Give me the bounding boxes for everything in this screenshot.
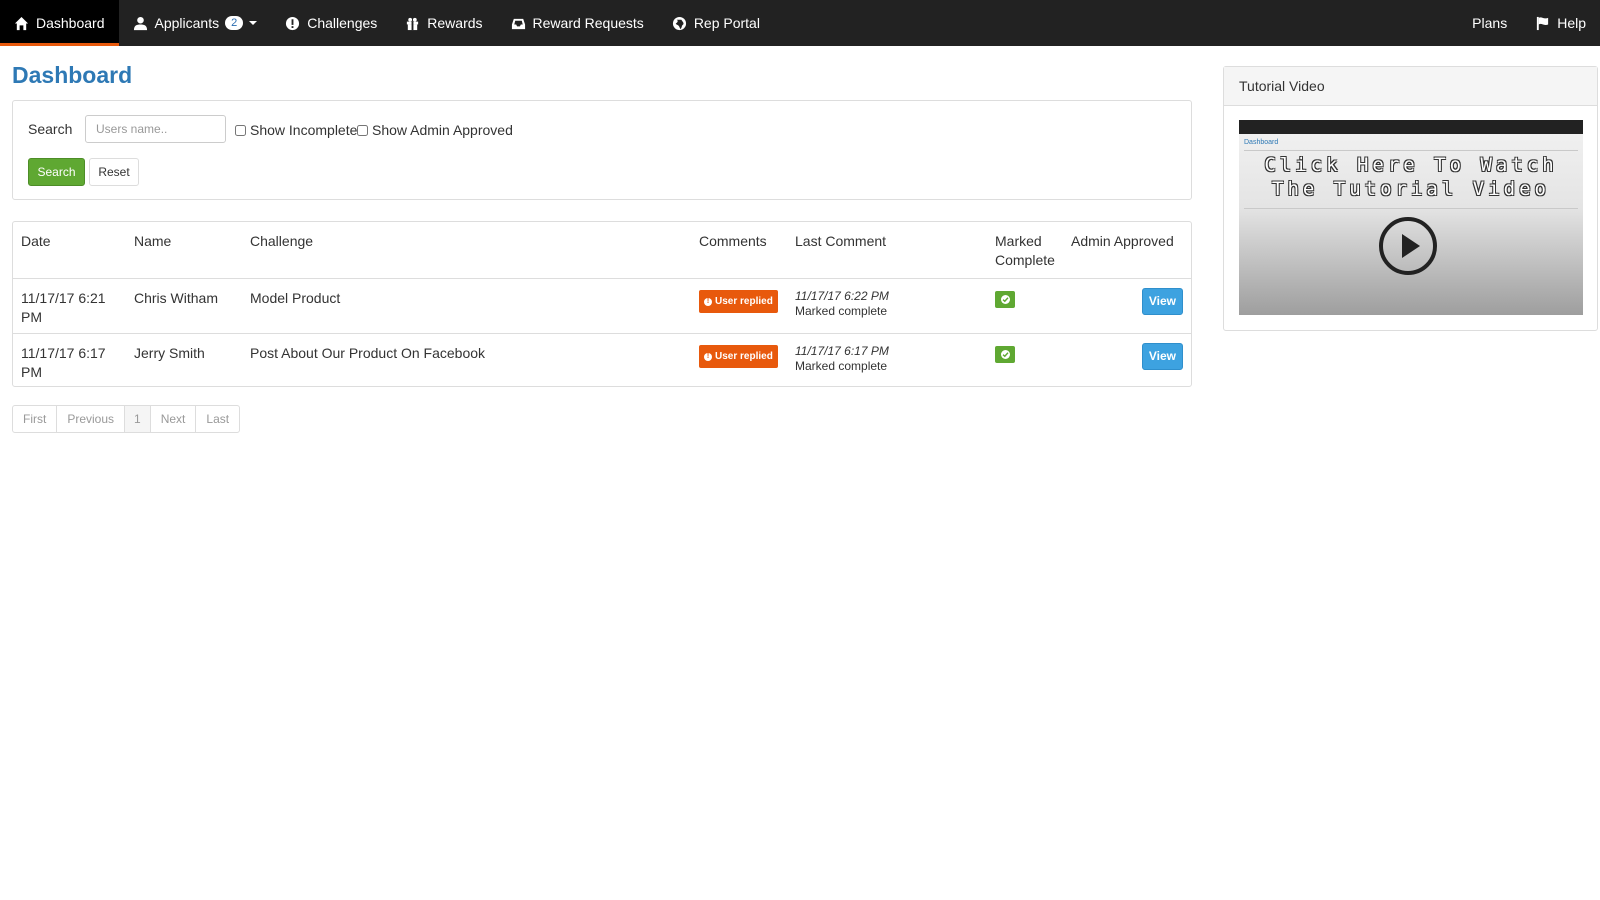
cell-challenge: Post About Our Product On Facebook bbox=[242, 333, 691, 388]
header-admin-approved: Admin Approved bbox=[1071, 233, 1174, 249]
cell-comments: ! User replied bbox=[691, 333, 787, 388]
marked-complete-badge bbox=[995, 346, 1015, 363]
nav-help-label: Help bbox=[1557, 15, 1586, 31]
header-challenge: Challenge bbox=[250, 233, 314, 249]
globe-icon bbox=[672, 16, 686, 30]
cell-date: 11/17/17 6:21 PM bbox=[13, 278, 126, 334]
home-icon bbox=[14, 16, 29, 30]
nav-left: Dashboard Applicants 2 Challenges Reward… bbox=[0, 0, 774, 46]
cell-challenge: Model Product bbox=[242, 278, 691, 334]
pagination-page-1[interactable]: 1 bbox=[124, 405, 151, 433]
page-title: Dashboard bbox=[12, 62, 133, 88]
check-circle-icon bbox=[1000, 350, 1010, 359]
table-row: 11/17/17 6:21 PM Chris Witham Model Prod… bbox=[13, 278, 1191, 334]
cell-date: 11/17/17 6:17 PM bbox=[13, 333, 126, 388]
preview-title: Dashboard bbox=[1244, 139, 1279, 146]
nav-applicants[interactable]: Applicants 2 bbox=[119, 0, 272, 46]
search-input[interactable] bbox=[85, 115, 226, 143]
preview-divider bbox=[1244, 208, 1578, 209]
search-label: Search bbox=[28, 121, 73, 137]
search-button[interactable]: Search bbox=[28, 158, 85, 186]
cell-name: Chris Witham bbox=[126, 278, 242, 334]
preview-navbar bbox=[1239, 120, 1583, 134]
user-replied-label: User replied bbox=[715, 351, 773, 362]
nav-plans-label: Plans bbox=[1472, 15, 1508, 31]
applicants-table: Date Name Challenge Comments Last Commen… bbox=[13, 222, 1191, 388]
pagination-previous[interactable]: Previous bbox=[56, 405, 126, 433]
show-incomplete-label: Show Incomplete bbox=[250, 122, 358, 138]
table-header-row: Date Name Challenge Comments Last Commen… bbox=[13, 222, 1191, 279]
video-caption: Click Here To Watch The Tutorial Video bbox=[1239, 153, 1583, 201]
gift-icon bbox=[407, 17, 419, 30]
video-caption-line-2: The Tutorial Video bbox=[1272, 178, 1550, 200]
nav-challenges-label: Challenges bbox=[307, 15, 378, 31]
last-comment-text: Marked complete bbox=[795, 359, 888, 373]
nav-rep-portal[interactable]: Rep Portal bbox=[658, 0, 774, 46]
last-comment-date: 11/17/17 6:17 PM bbox=[795, 344, 889, 358]
show-admin-approved-checkbox[interactable] bbox=[357, 124, 368, 136]
inbox-icon bbox=[511, 18, 525, 29]
chevron-down-icon bbox=[249, 21, 258, 25]
nav-plans[interactable]: Plans bbox=[1458, 0, 1521, 46]
cell-last-comment: 11/17/17 6:17 PM Marked complete bbox=[787, 333, 987, 388]
show-admin-approved-label: Show Admin Approved bbox=[372, 122, 513, 138]
cell-comments: ! User replied bbox=[691, 278, 787, 334]
header-marked-complete: Marked Complete bbox=[995, 233, 1055, 268]
exclamation-circle-icon bbox=[286, 16, 300, 30]
cell-marked-complete bbox=[987, 333, 1063, 388]
cell-last-comment: 11/17/17 6:22 PM Marked complete bbox=[787, 278, 987, 334]
top-navbar: Dashboard Applicants 2 Challenges Reward… bbox=[0, 0, 1600, 46]
user-replied-badge: ! User replied bbox=[699, 345, 778, 368]
user-replied-badge: ! User replied bbox=[699, 290, 778, 313]
table-row: 11/17/17 6:17 PM Jerry Smith Post About … bbox=[13, 333, 1191, 388]
user-icon bbox=[133, 16, 147, 30]
show-admin-approved-option[interactable]: Show Admin Approved bbox=[357, 122, 513, 138]
last-comment-date: 11/17/17 6:22 PM bbox=[795, 289, 889, 303]
search-panel: Search Show Incomplete Show Admin Approv… bbox=[12, 100, 1192, 200]
view-button[interactable]: View bbox=[1141, 343, 1183, 370]
cell-marked-complete bbox=[987, 278, 1063, 334]
alert-icon: ! bbox=[704, 297, 712, 306]
cell-admin-approved: View bbox=[1063, 278, 1191, 334]
pagination-last[interactable]: Last bbox=[195, 405, 241, 433]
header-date: Date bbox=[21, 233, 51, 249]
reset-button[interactable]: Reset bbox=[89, 158, 139, 186]
nav-rewards-label: Rewards bbox=[427, 15, 483, 31]
show-incomplete-checkbox[interactable] bbox=[235, 124, 246, 136]
cell-admin-approved: View bbox=[1063, 333, 1191, 388]
tutorial-video-thumbnail[interactable]: Dashboard Click Here To Watch The Tutori… bbox=[1239, 120, 1583, 315]
nav-rewards[interactable]: Rewards bbox=[391, 0, 496, 46]
nav-right: Plans Help bbox=[1458, 0, 1600, 46]
applicants-count-badge: 2 bbox=[225, 16, 244, 30]
show-incomplete-option[interactable]: Show Incomplete bbox=[235, 122, 357, 138]
flag-icon bbox=[1537, 16, 1549, 30]
nav-dashboard-label: Dashboard bbox=[36, 15, 105, 31]
applicants-table-panel: Date Name Challenge Comments Last Commen… bbox=[12, 221, 1192, 388]
header-last-comment: Last Comment bbox=[795, 233, 887, 249]
check-circle-icon bbox=[1000, 295, 1010, 304]
header-comments: Comments bbox=[699, 233, 767, 249]
cell-name: Jerry Smith bbox=[126, 333, 242, 388]
nav-challenges[interactable]: Challenges bbox=[271, 0, 391, 46]
preview-divider bbox=[1244, 150, 1578, 151]
play-icon[interactable] bbox=[1379, 217, 1437, 275]
nav-rep-portal-label: Rep Portal bbox=[693, 15, 760, 31]
view-button[interactable]: View bbox=[1141, 288, 1183, 315]
nav-reward-requests-label: Reward Requests bbox=[532, 15, 644, 31]
pagination-first[interactable]: First bbox=[12, 405, 58, 433]
pagination: First Previous 1 Next Last bbox=[12, 405, 241, 433]
video-caption-line-1: Click Here To Watch bbox=[1264, 154, 1558, 176]
last-comment-text: Marked complete bbox=[795, 304, 888, 318]
nav-applicants-label: Applicants bbox=[154, 15, 220, 31]
nav-dashboard[interactable]: Dashboard bbox=[0, 0, 119, 46]
header-name: Name bbox=[134, 233, 172, 249]
nav-help[interactable]: Help bbox=[1521, 0, 1600, 46]
tutorial-video-heading: Tutorial Video bbox=[1224, 67, 1597, 106]
pagination-next[interactable]: Next bbox=[149, 405, 197, 433]
tutorial-video-panel: Tutorial Video Dashboard Click Here To W… bbox=[1223, 66, 1598, 331]
nav-reward-requests[interactable]: Reward Requests bbox=[497, 0, 658, 46]
user-replied-label: User replied bbox=[715, 296, 773, 307]
alert-icon: ! bbox=[704, 352, 712, 361]
marked-complete-badge bbox=[995, 291, 1015, 308]
